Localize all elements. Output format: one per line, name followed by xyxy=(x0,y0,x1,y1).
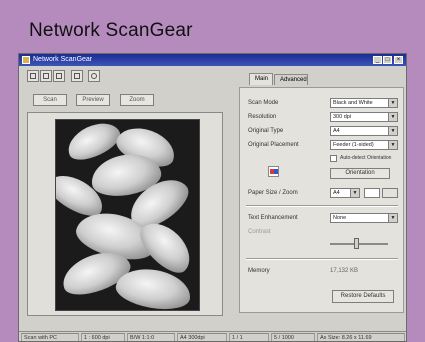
copy-icon[interactable] xyxy=(40,70,52,82)
status-cell: 1 / 1 xyxy=(229,333,269,341)
chevron-down-icon: ▼ xyxy=(388,127,397,135)
original-placement-label: Original Placement xyxy=(248,142,299,148)
close-button[interactable]: × xyxy=(394,56,403,64)
original-placement-select[interactable]: Feeder (1-sided) ▼ xyxy=(330,140,398,150)
status-bar: Scan with PC 1 : 600 dpi B/W 1:1:0 A4 30… xyxy=(19,331,406,341)
settings-panel: Scan Mode Black and White ▼ Resolution 30… xyxy=(239,87,404,313)
resolution-label: Resolution xyxy=(248,114,277,120)
page-heading: Network ScanGear xyxy=(29,20,193,41)
contrast-label: Contrast xyxy=(248,229,271,235)
paper-size-row: Paper Size / Zoom A4 ▼ xyxy=(248,188,398,198)
zoom-button[interactable]: Zoom xyxy=(120,94,154,106)
preview-image xyxy=(55,119,200,311)
memory-label: Memory xyxy=(248,268,270,274)
tab-main[interactable]: Main xyxy=(249,73,273,85)
chevron-down-icon: ▼ xyxy=(350,189,359,197)
orientation-button[interactable]: Orientation xyxy=(330,168,390,179)
auto-detect-checkbox[interactable] xyxy=(330,155,337,162)
window-titlebar[interactable]: Network ScanGear _ □ × xyxy=(19,54,406,66)
chevron-down-icon: ▼ xyxy=(388,214,397,222)
maximize-button[interactable]: □ xyxy=(383,56,392,64)
original-type-row: Original Type A4 ▼ xyxy=(248,126,398,136)
status-cell: 1 : 600 dpi xyxy=(81,333,125,341)
original-placement-row: Original Placement Feeder (1-sided) ▼ xyxy=(248,140,398,150)
restore-defaults-button[interactable]: Restore Defaults xyxy=(332,290,394,303)
chevron-down-icon: ▼ xyxy=(388,113,397,121)
contrast-slider[interactable] xyxy=(330,238,388,249)
text-enhancement-row: Text Enhancement None ▼ xyxy=(248,213,398,223)
zoom-stepper[interactable] xyxy=(382,188,398,198)
text-enhancement-select[interactable]: None ▼ xyxy=(330,213,398,223)
chevron-down-icon: ▼ xyxy=(388,99,397,107)
scan-button[interactable]: Scan xyxy=(33,94,67,106)
memory-value: 17,132 KB xyxy=(330,268,359,274)
scan-mode-select[interactable]: Black and White ▼ xyxy=(330,98,398,108)
resolution-row: Resolution 300 dpi ▼ xyxy=(248,112,398,122)
scangear-window: Network ScanGear _ □ × Scan Preview Zoom… xyxy=(18,53,407,342)
auto-detect-label: Auto-detect Orientation xyxy=(340,155,392,161)
app-icon xyxy=(22,56,30,64)
zoom-input[interactable] xyxy=(364,188,380,198)
paper-size-select[interactable]: A4 ▼ xyxy=(330,188,360,198)
resolution-select[interactable]: 300 dpi ▼ xyxy=(330,112,398,122)
text-enhancement-label: Text Enhancement xyxy=(248,215,298,221)
preview-area[interactable] xyxy=(27,112,223,316)
chevron-down-icon: ▼ xyxy=(388,141,397,149)
original-type-select[interactable]: A4 ▼ xyxy=(330,126,398,136)
slider-handle[interactable] xyxy=(354,238,359,249)
new-icon[interactable] xyxy=(27,70,39,82)
paper-size-label: Paper Size / Zoom xyxy=(248,190,298,196)
tab-advanced[interactable]: Advanced xyxy=(274,74,308,85)
help-icon[interactable] xyxy=(88,70,100,82)
scan-mode-row: Scan Mode Black and White ▼ xyxy=(248,98,398,108)
original-type-label: Original Type xyxy=(248,128,284,134)
status-cell: Scan with PC xyxy=(21,333,79,341)
copy-icon-2[interactable] xyxy=(71,70,83,82)
scan-mode-label: Scan Mode xyxy=(248,100,279,106)
contrast-row: Contrast xyxy=(248,227,398,237)
status-cell: A4 300dpi xyxy=(177,333,227,341)
memory-row: Memory 17,132 KB xyxy=(248,266,398,276)
status-cell: 5 / 1000 xyxy=(271,333,315,341)
status-cell: B/W 1:1:0 xyxy=(127,333,175,341)
status-cell: As Size: 8.26 x 11.69 xyxy=(317,333,405,341)
minimize-button[interactable]: _ xyxy=(373,56,382,64)
preview-button[interactable]: Preview xyxy=(76,94,110,106)
orientation-icon xyxy=(268,166,279,177)
window-title: Network ScanGear xyxy=(33,56,93,63)
paste-icon[interactable] xyxy=(53,70,65,82)
